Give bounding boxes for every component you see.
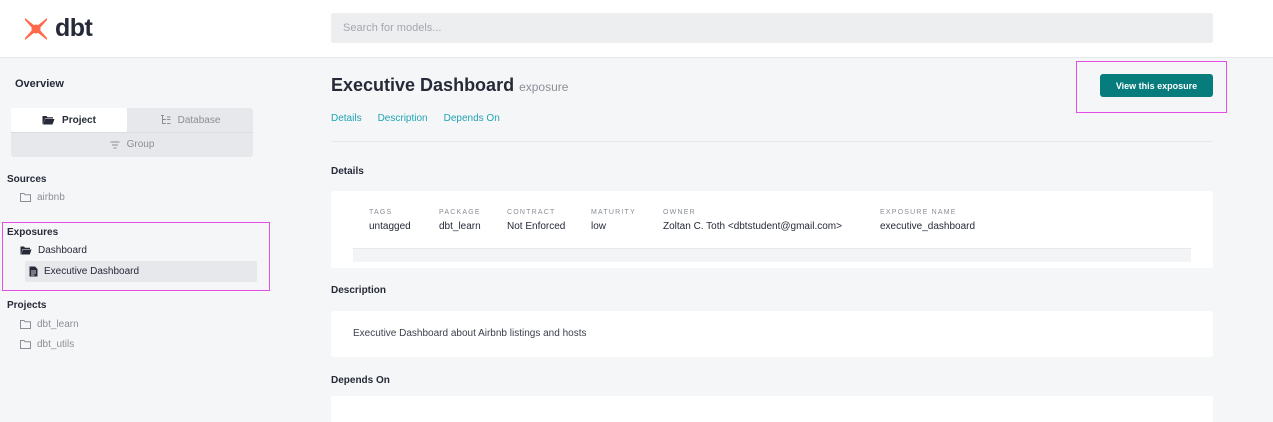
meta-value: Not Enforced — [507, 221, 566, 232]
sources-title: Sources — [7, 174, 47, 185]
view-tabs: Project Database Group — [11, 108, 253, 157]
nav-link-description[interactable]: Description — [378, 113, 428, 124]
meta-value: Zoltan C. Toth <dbtstudent@gmail.com> — [663, 221, 842, 232]
sidebar-item-dbt-learn[interactable]: dbt_learn — [20, 315, 79, 333]
nav-link-details[interactable]: Details — [331, 113, 362, 124]
sidebar: Overview Project Database Group Sources … — [0, 58, 272, 422]
nav-link-depends-on[interactable]: Depends On — [444, 113, 500, 124]
tab-database-label: Database — [177, 114, 221, 126]
sidebar-item-label: airbnb — [37, 191, 65, 203]
folder-icon — [20, 319, 31, 329]
highlight-box — [2, 222, 270, 291]
depends-on-heading: Depends On — [331, 375, 390, 386]
folder-icon — [20, 339, 31, 349]
meta-contract: CONTRACT Not Enforced — [507, 209, 565, 232]
page-header: Executive Dashboard exposure — [331, 75, 568, 96]
description-card: Executive Dashboard about Airbnb listing… — [331, 311, 1213, 357]
details-card: TAGS untagged PACKAGE dbt_learn CONTRACT… — [331, 191, 1213, 268]
tab-group[interactable]: Group — [11, 132, 253, 156]
meta-value: executive_dashboard — [880, 221, 976, 232]
top-bar: dbt — [0, 0, 1273, 58]
folder-icon — [20, 192, 31, 202]
meta-value: untagged — [369, 221, 411, 232]
section-nav: Details Description Depends On — [331, 113, 500, 124]
tab-project[interactable]: Project — [11, 108, 127, 132]
folder-open-icon — [42, 116, 55, 125]
meta-owner: OWNER Zoltan C. Toth <dbtstudent@gmail.c… — [663, 209, 842, 232]
projects-title: Projects — [7, 300, 47, 311]
description-heading: Description — [331, 285, 387, 296]
meta-label: OWNER — [663, 209, 696, 216]
sidebar-item-dbt-utils[interactable]: dbt_utils — [20, 335, 74, 353]
overview-link[interactable]: Overview — [15, 78, 64, 90]
sidebar-item-label: dbt_utils — [37, 338, 75, 350]
meta-label: CONTRACT — [507, 209, 556, 216]
dbt-logo-icon — [25, 17, 47, 40]
meta-label: EXPOSURE NAME — [880, 209, 957, 216]
description-text: Executive Dashboard about Airbnb listing… — [353, 328, 587, 339]
filter-lines-icon — [110, 141, 120, 148]
tab-database[interactable]: Database — [127, 108, 253, 132]
meta-label: TAGS — [369, 209, 393, 216]
divider — [331, 141, 1213, 142]
meta-label: MATURITY — [591, 209, 636, 216]
logo-text: dbt — [55, 14, 93, 42]
tab-group-label: Group — [126, 139, 155, 150]
search-input[interactable] — [331, 13, 1213, 43]
meta-package: PACKAGE dbt_learn — [439, 209, 481, 232]
page-title: Executive Dashboard — [331, 75, 515, 95]
details-heading: Details — [331, 166, 364, 177]
sidebar-item-airbnb[interactable]: airbnb — [20, 188, 65, 206]
meta-maturity: MATURITY low — [591, 209, 636, 232]
meta-value: dbt_learn — [439, 221, 481, 232]
highlight-box — [1076, 61, 1227, 113]
meta-tags: TAGS untagged — [369, 209, 411, 232]
meta-exposure-name: EXPOSURE NAME executive_dashboard — [880, 209, 975, 232]
dbt-logo[interactable]: dbt — [22, 14, 93, 43]
depends-on-card — [331, 396, 1213, 422]
meta-label: PACKAGE — [439, 209, 481, 216]
resource-type-label: exposure — [519, 80, 569, 94]
details-footer-strip — [353, 248, 1191, 262]
meta-value: low — [591, 221, 607, 232]
sidebar-item-label: dbt_learn — [37, 318, 79, 330]
hierarchy-icon — [160, 115, 171, 124]
tab-project-label: Project — [62, 114, 96, 126]
